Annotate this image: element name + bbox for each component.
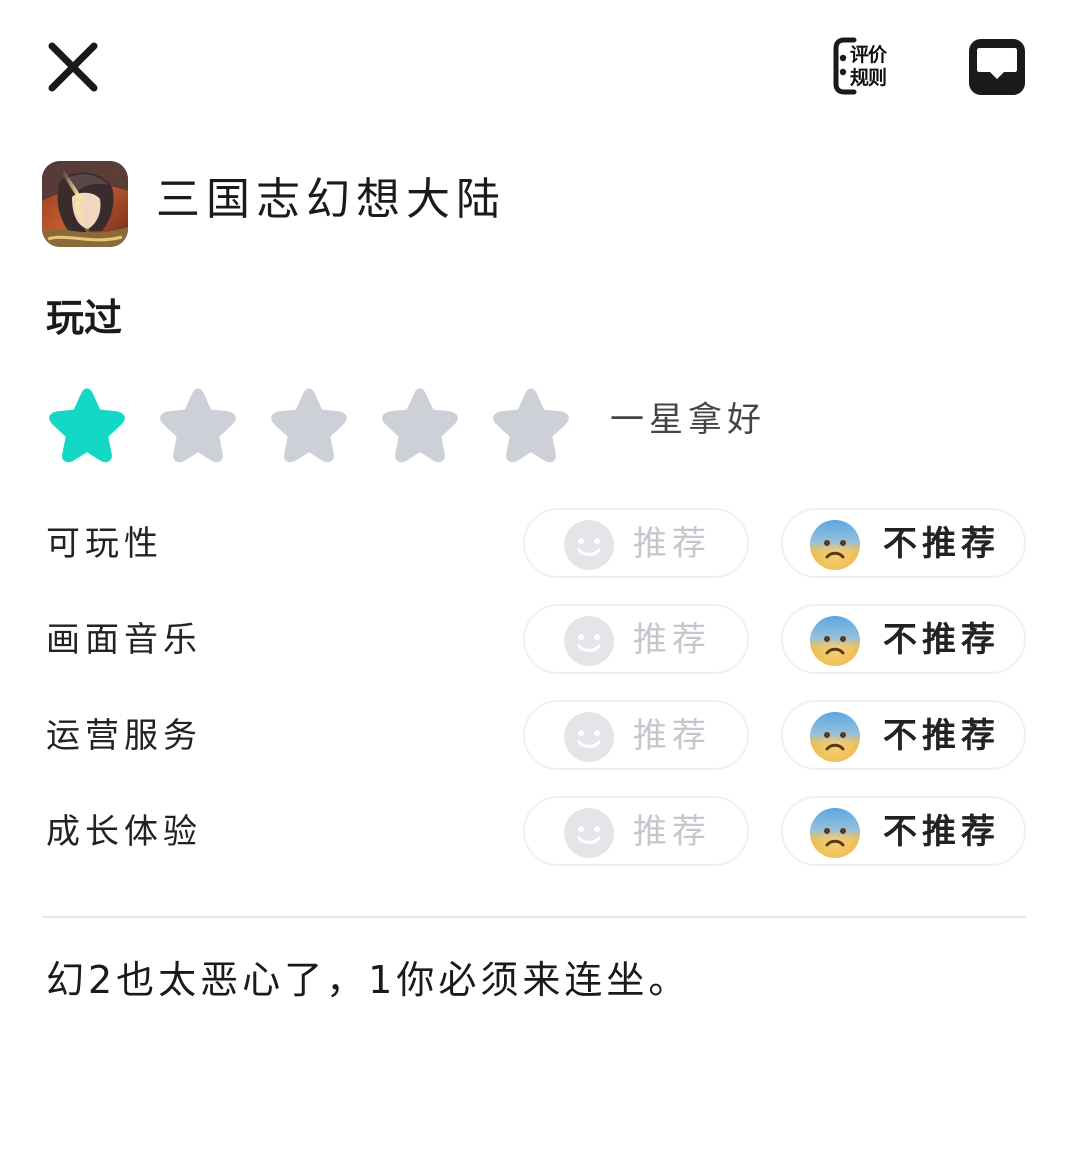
rating-description: 一星拿好 [610, 400, 766, 440]
aspect-row: 可玩性 推荐 不推荐 [0, 508, 1072, 580]
not-recommend-label: 不推荐 [883, 716, 1000, 756]
sad-face-icon [810, 808, 860, 858]
recommend-button[interactable]: 推荐 [523, 604, 749, 674]
not-recommend-label: 不推荐 [883, 620, 1000, 660]
rules-label-line1: 评价 [850, 44, 887, 66]
review-text[interactable]: 幻2也太恶心了，1你必须来连坐。 [46, 950, 690, 1010]
aspect-row: 成长体验 推荐 不推荐 [0, 796, 1072, 868]
not-recommend-label: 不推荐 [883, 812, 1000, 852]
chat-bubble-icon [969, 39, 1025, 95]
chat-button[interactable] [966, 36, 1028, 98]
recommend-button[interactable]: 推荐 [523, 796, 749, 866]
star-5-icon[interactable] [490, 385, 572, 463]
smile-face-icon [564, 520, 614, 570]
app-icon[interactable] [42, 161, 128, 247]
aspect-label: 运营服务 [46, 716, 202, 756]
not-recommend-button[interactable]: 不推荐 [781, 796, 1026, 866]
star-1-icon[interactable] [46, 385, 128, 463]
star-2-icon[interactable] [157, 385, 239, 463]
rules-label-line2: 规则 [850, 67, 887, 89]
app-name: 三国志幻想大陆 [156, 174, 506, 225]
close-button[interactable] [44, 38, 102, 96]
aspect-label: 成长体验 [46, 812, 202, 852]
sad-face-icon [810, 616, 860, 666]
play-status-label: 玩过 [46, 296, 123, 340]
aspect-label: 可玩性 [46, 524, 163, 564]
aspect-row: 运营服务 推荐 不推荐 [0, 700, 1072, 772]
not-recommend-button[interactable]: 不推荐 [781, 700, 1026, 770]
smile-face-icon [564, 808, 614, 858]
aspect-row: 画面音乐 推荐 不推荐 [0, 604, 1072, 676]
recommend-label: 推荐 [633, 524, 711, 564]
sad-face-icon [810, 712, 860, 762]
recommend-label: 推荐 [633, 620, 711, 660]
star-4-icon[interactable] [379, 385, 461, 463]
not-recommend-label: 不推荐 [883, 524, 1000, 564]
recommend-button[interactable]: 推荐 [523, 700, 749, 770]
smile-face-icon [564, 712, 614, 762]
top-bar: 评价 规则 [0, 0, 1072, 130]
not-recommend-button[interactable]: 不推荐 [781, 604, 1026, 674]
sad-face-icon [810, 520, 860, 570]
recommend-button[interactable]: 推荐 [523, 508, 749, 578]
not-recommend-button[interactable]: 不推荐 [781, 508, 1026, 578]
recommend-label: 推荐 [633, 716, 711, 756]
review-rules-button[interactable]: 评价 规则 [832, 36, 900, 98]
star-3-icon[interactable] [268, 385, 350, 463]
close-icon [48, 42, 98, 92]
aspect-label: 画面音乐 [46, 620, 202, 660]
smile-face-icon [564, 616, 614, 666]
divider [42, 916, 1026, 918]
recommend-label: 推荐 [633, 812, 711, 852]
